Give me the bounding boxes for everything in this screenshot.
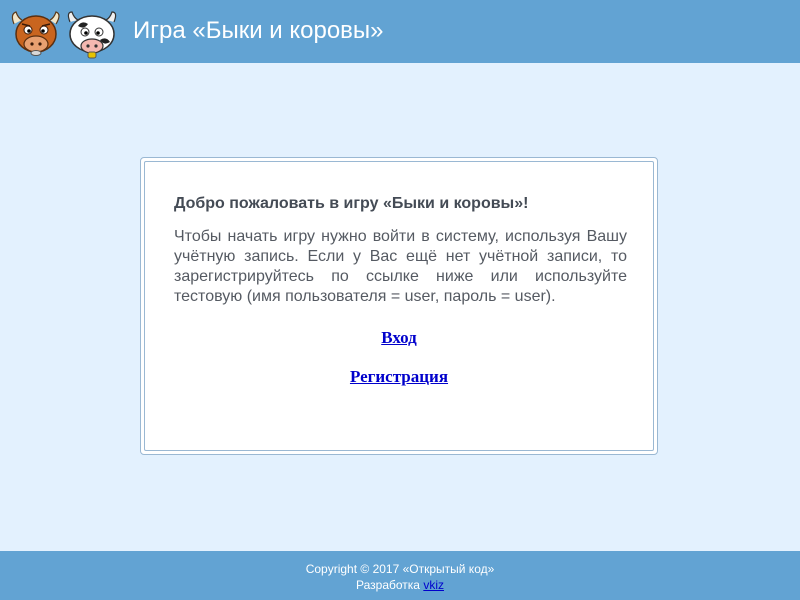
bull-and-cow-logo-icon[interactable]	[8, 4, 122, 60]
footer-bar: Copyright © 2017 «Открытый код» Разработ…	[0, 551, 800, 600]
bull-icon	[11, 11, 60, 56]
welcome-heading: Добро пожаловать в игру «Быки и коровы»!	[174, 195, 529, 212]
login-link[interactable]: Вход	[141, 328, 657, 348]
developer-prefix: Разработка	[356, 578, 420, 592]
welcome-description: Чтобы начать игру нужно войти в систему,…	[174, 228, 627, 305]
welcome-panel: Добро пожаловать в игру «Быки и коровы»!…	[140, 157, 658, 455]
developer-link[interactable]: vkiz	[423, 578, 444, 592]
header-bar: Игра «Быки и коровы»	[0, 0, 800, 63]
cow-icon	[67, 11, 117, 59]
developer-line: Разработка vkiz	[0, 577, 800, 593]
register-link[interactable]: Регистрация	[141, 367, 657, 387]
page-title: Игра «Быки и коровы»	[133, 17, 384, 44]
copyright-text: Copyright © 2017 «Открытый код»	[305, 562, 495, 576]
